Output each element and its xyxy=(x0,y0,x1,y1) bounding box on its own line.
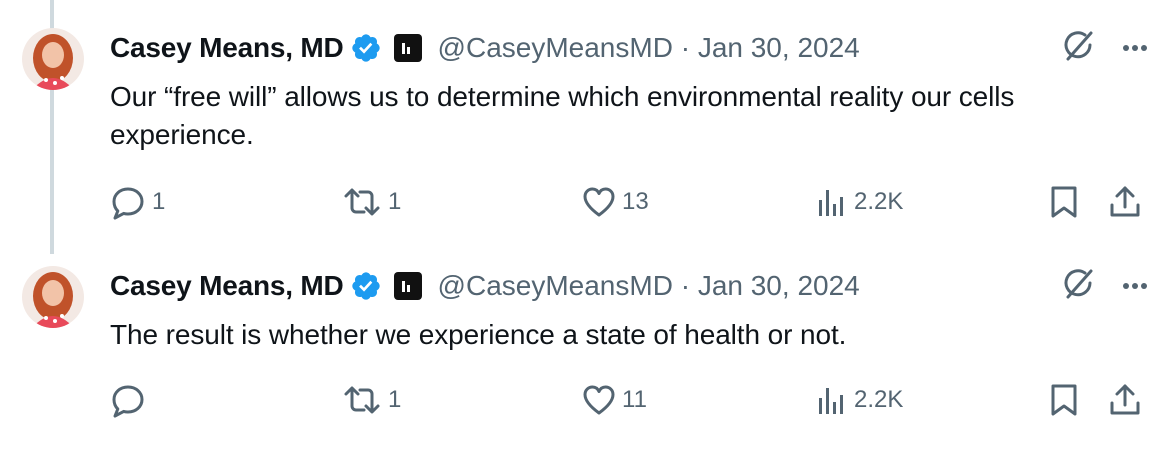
like-icon xyxy=(583,385,615,415)
views-count: 2.2K xyxy=(854,188,904,215)
verified-badge-icon[interactable] xyxy=(350,32,382,64)
verified-badge-icon[interactable] xyxy=(350,270,382,302)
tweet-action-bar: 1 1 13 2.2K xyxy=(110,180,1150,224)
tweet-text: The result is whether we experience a st… xyxy=(110,319,847,350)
tweet-top-actions xyxy=(1062,266,1148,306)
retweet-button[interactable]: 1 xyxy=(342,378,401,422)
views-icon xyxy=(819,190,843,216)
retweet-button[interactable]: 1 xyxy=(342,180,401,224)
reply-icon xyxy=(112,385,144,418)
retweet-count: 1 xyxy=(388,386,402,413)
like-button[interactable]: 13 xyxy=(582,180,649,224)
tweet-top-actions xyxy=(1062,28,1148,68)
avatar[interactable] xyxy=(22,28,84,90)
meta-separator: · xyxy=(680,270,691,301)
affiliation-badge-icon[interactable] xyxy=(393,34,422,62)
tweet[interactable]: Casey Means, MD @CaseyMeansMD · Jan 30, … xyxy=(0,266,1170,466)
reply-icon xyxy=(112,187,144,220)
grok-icon[interactable] xyxy=(1062,29,1096,68)
like-icon xyxy=(583,187,615,217)
author-handle[interactable]: @CaseyMeansMD xyxy=(438,32,673,63)
tweet-timestamp[interactable]: Jan 30, 2024 xyxy=(698,32,860,63)
tweet-action-bar: 1 11 2.2K xyxy=(110,378,1150,422)
like-count: 11 xyxy=(622,386,647,413)
bookmark-button[interactable] xyxy=(1050,180,1078,224)
share-button[interactable] xyxy=(1108,378,1142,422)
author-name[interactable]: Casey Means, MD xyxy=(110,270,344,302)
reply-count: 1 xyxy=(152,188,166,215)
retweet-icon xyxy=(344,188,380,216)
more-icon[interactable] xyxy=(1122,277,1148,295)
author-handle[interactable]: @CaseyMeansMD xyxy=(438,270,673,301)
avatar[interactable] xyxy=(22,266,84,328)
views-button[interactable]: 2.2K xyxy=(816,378,903,422)
tweet-meta: @CaseyMeansMD · Jan 30, 2024 xyxy=(438,32,860,64)
share-icon xyxy=(1110,384,1140,415)
share-button[interactable] xyxy=(1108,180,1142,224)
bookmark-icon xyxy=(1051,186,1077,218)
tweet-header: Casey Means, MD @CaseyMeansMD · Jan 30, … xyxy=(110,266,860,306)
reply-button[interactable]: 1 xyxy=(110,180,165,224)
views-icon xyxy=(819,388,843,414)
like-button[interactable]: 11 xyxy=(582,378,647,422)
tweet-header: Casey Means, MD @CaseyMeansMD · Jan 30, … xyxy=(110,28,860,68)
retweet-count: 1 xyxy=(388,188,402,215)
tweet[interactable]: Casey Means, MD @CaseyMeansMD · Jan 30, … xyxy=(0,28,1170,228)
more-icon[interactable] xyxy=(1122,39,1148,57)
like-count: 13 xyxy=(622,188,649,215)
tweet-meta: @CaseyMeansMD · Jan 30, 2024 xyxy=(438,270,860,302)
views-button[interactable]: 2.2K xyxy=(816,180,903,224)
share-icon xyxy=(1110,186,1140,217)
bookmark-icon xyxy=(1051,384,1077,416)
affiliation-badge-icon[interactable] xyxy=(393,272,422,300)
tweet-timestamp[interactable]: Jan 30, 2024 xyxy=(698,270,860,301)
views-count: 2.2K xyxy=(854,386,904,413)
retweet-icon xyxy=(344,386,380,414)
grok-icon[interactable] xyxy=(1062,267,1096,306)
tweet-text: Our “free will” allows us to determine w… xyxy=(110,81,1015,150)
reply-button[interactable] xyxy=(110,378,152,422)
author-name[interactable]: Casey Means, MD xyxy=(110,32,344,64)
bookmark-button[interactable] xyxy=(1050,378,1078,422)
meta-separator: · xyxy=(680,32,691,63)
